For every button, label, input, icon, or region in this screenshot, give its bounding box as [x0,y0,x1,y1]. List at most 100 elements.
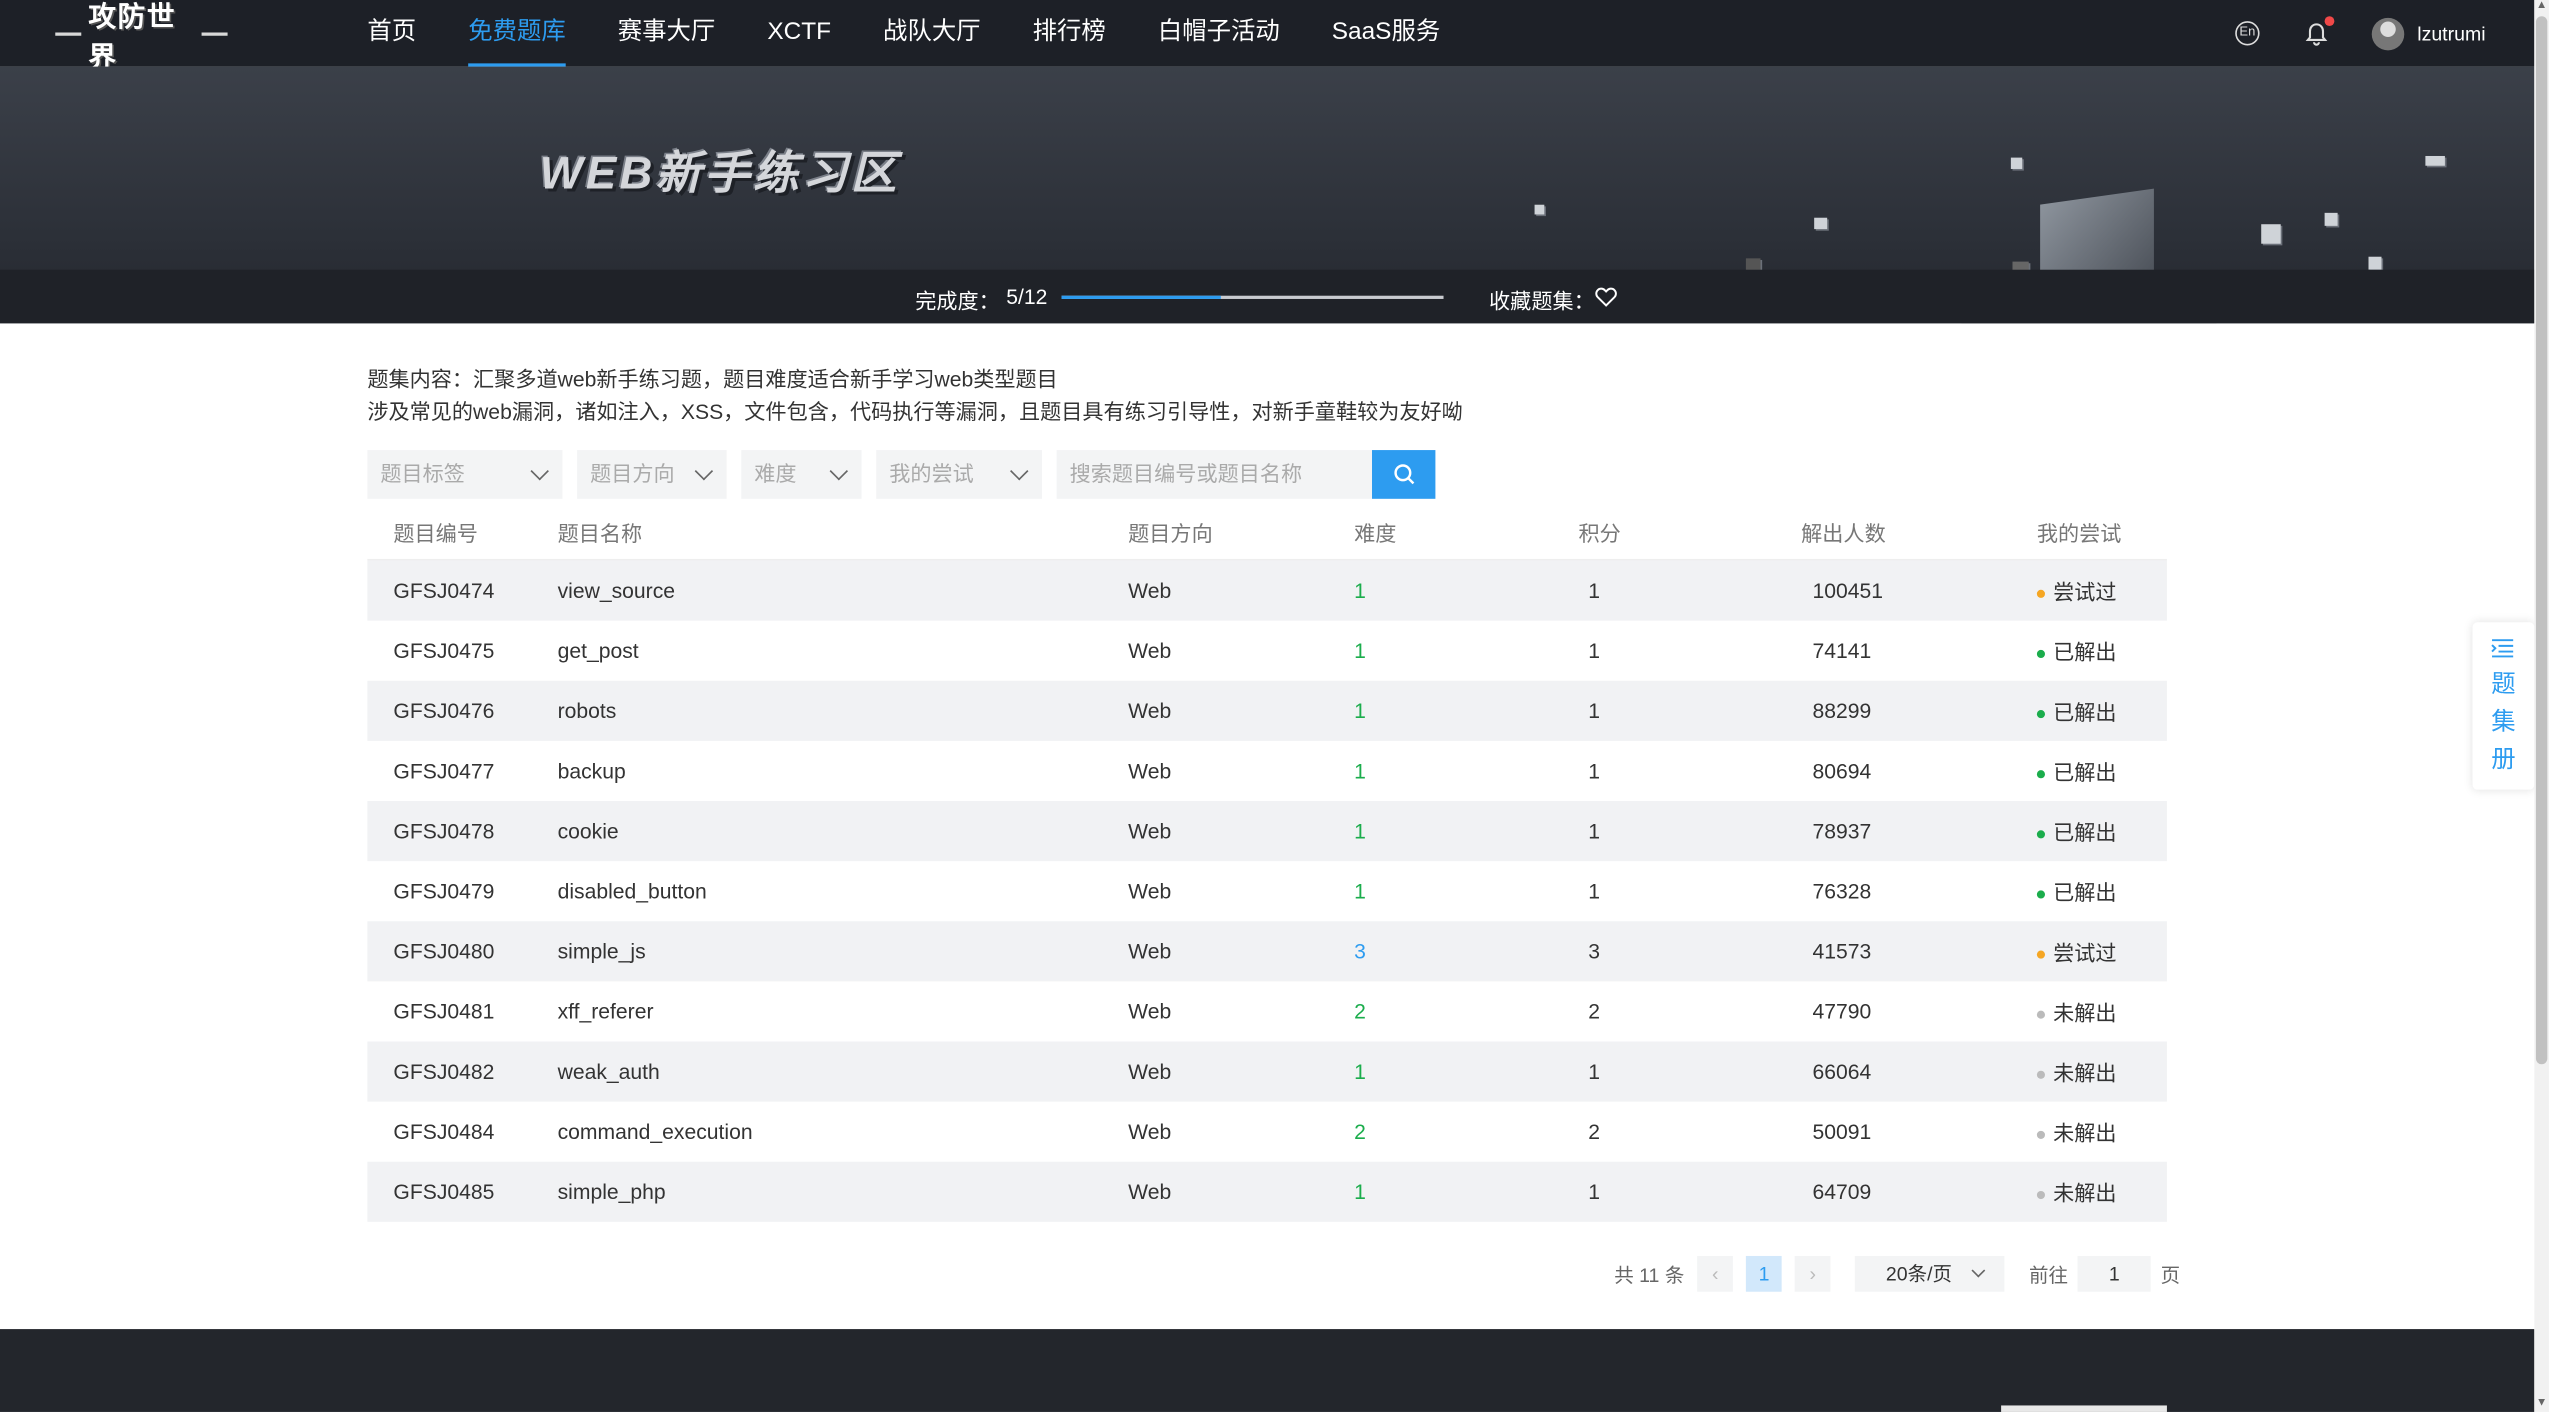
challenge-direction: Web [1128,1059,1172,1084]
table-row[interactable]: GFSJ0482 weak_auth Web 1 1 66064 未解出 [367,1041,2167,1102]
table-row[interactable]: GFSJ0479 disabled_button Web 1 1 76328 已解出 [367,861,2167,921]
challenge-direction: Web [1128,999,1172,1024]
status-dot [2036,950,2046,959]
status-dot [2036,1070,2046,1079]
challenge-id: GFSJ0484 [393,1119,495,1144]
table-row[interactable]: GFSJ0478 cookie Web 1 1 78937 已解出 [367,801,2167,862]
header-solves[interactable]: 解出人数 [1777,516,2001,547]
challenge-id: GFSJ0477 [393,758,495,784]
challenge-score: 1 [1588,818,1600,844]
scrollbar-thumb[interactable] [2535,16,2548,1065]
direction-select[interactable]: 题目方向 [577,450,727,499]
challenge-name[interactable]: disabled_button [532,879,1103,903]
header-score[interactable]: 积分 [1552,516,1776,547]
attempt-status-label: 未解出 [2053,1000,2117,1026]
heart-icon[interactable] [1595,286,1618,307]
status-dot [2036,1010,2046,1019]
scroll-up-icon[interactable]: ▲ [2536,0,2547,13]
page-size-select[interactable]: 20条/页 [1855,1255,2005,1292]
bell-icon[interactable] [2303,15,2335,46]
challenge-solves: 80694 [1812,758,1872,784]
progress-value: 5/12 [1006,284,1048,309]
challenge-name[interactable]: xff_referer [532,999,1103,1023]
table-row[interactable]: GFSJ0481 xff_referer Web 2 2 47790 未解出 [367,981,2167,1041]
footer [0,1329,2535,1412]
nav-item[interactable]: SaaS服务 [1306,0,1466,67]
nav-item[interactable]: XCTF [741,0,857,67]
collection-side-tab[interactable]: 题集册 [2472,622,2535,790]
language-icon[interactable]: En [2235,21,2260,46]
attempt-status-label: 未解出 [2053,1181,2117,1206]
header-difficulty[interactable]: 难度 [1328,516,1552,547]
site-logo[interactable]: 攻防世界 [49,2,234,75]
header-direction[interactable]: 题目方向 [1102,516,1328,547]
avatar[interactable] [2371,17,2405,50]
challenge-name[interactable]: robots [532,699,1103,723]
table-row[interactable]: GFSJ0476 robots Web 1 1 88299 已解出 [367,680,2167,741]
header-name[interactable]: 题目名称 [532,516,1103,547]
challenge-solves: 47790 [1812,999,1872,1024]
challenge-name[interactable]: view_source [532,578,1103,602]
page-scrollbar[interactable]: ▲ ▼ [2534,0,2549,1412]
tag-select-label: 题目标签 [380,461,465,486]
challenge-difficulty: 1 [1354,1059,1366,1084]
page: 攻防世界 首页 免费题库 赛事大厅 XCTF 战队大厅 排行榜 白帽子活动 SaaS服务 En… [0,0,2549,1412]
progress-label: 完成度： [915,289,1000,314]
challenge-name[interactable]: simple_php [532,1180,1103,1204]
challenge-id: GFSJ0480 [393,939,495,964]
table-row[interactable]: GFSJ0475 get_post Web 1 1 74141 已解出 [367,621,2167,681]
challenge-name[interactable]: cookie [532,819,1103,843]
chevron-down-icon [829,462,849,481]
footer-logo [2001,1405,2167,1412]
search-input[interactable]: 搜索题目编号或题目名称 [1056,450,1373,499]
challenge-difficulty: 1 [1354,818,1366,844]
header-id[interactable]: 题目编号 [367,516,531,547]
table-row[interactable]: GFSJ0474 view_source Web 1 1 100451 尝试过 [367,560,2167,621]
challenge-name[interactable]: get_post [532,639,1103,663]
chevron-down-icon [1971,1263,1986,1278]
nav-item[interactable]: 白帽子活动 [1132,0,1306,67]
challenge-name[interactable]: command_execution [532,1119,1103,1143]
prev-page-button[interactable]: ‹ [1697,1255,1734,1292]
table-row[interactable]: GFSJ0480 simple_js Web 3 3 41573 尝试过 [367,921,2167,982]
side-tab-label: 题集册 [2473,666,2535,778]
attempt-status: 未解出 [2001,1116,2167,1147]
challenge-id: GFSJ0475 [393,638,495,663]
chevron-down-icon [530,462,549,481]
tag-select[interactable]: 题目标签 [367,450,563,499]
attempt-select[interactable]: 我的尝试 [876,450,1043,499]
banner-decoration-cube [2425,155,2445,166]
difficulty-select[interactable]: 难度 [741,450,862,499]
page-size-label: 20条/页 [1885,1262,1953,1286]
search-button[interactable] [1372,450,1436,499]
page-number-current[interactable]: 1 [1746,1255,1782,1292]
challenge-score: 1 [1588,1059,1600,1084]
challenge-difficulty: 1 [1354,698,1366,724]
attempt-status: 已解出 [2001,695,2167,726]
progress-bar [1061,295,1444,299]
challenge-name[interactable]: backup [532,759,1103,783]
table-row[interactable]: GFSJ0485 simple_php Web 1 1 64709 未解出 [367,1161,2167,1222]
nav-item[interactable]: 战队大厅 [857,0,1007,67]
nav-item[interactable]: 排行榜 [1007,0,1132,67]
nav-item[interactable]: 首页 [341,0,442,67]
attempt-status: 未解出 [2001,996,2167,1027]
username[interactable]: lzutrumi [2417,22,2485,45]
scroll-down-icon[interactable]: ▼ [2536,1397,2547,1410]
status-dot [2036,650,2046,659]
challenge-direction: Web [1128,638,1172,663]
header-my-attempt[interactable]: 我的尝试 [2001,516,2167,547]
challenge-score: 1 [1588,578,1600,603]
challenge-name[interactable]: simple_js [532,939,1103,963]
main-menu: 首页 免费题库 赛事大厅 XCTF 战队大厅 排行榜 白帽子活动 SaaS服务 [341,0,1466,67]
next-page-button[interactable]: › [1794,1255,1831,1292]
nav-item[interactable]: 免费题库 [442,0,592,67]
search-icon [1393,464,1414,485]
nav-item[interactable]: 赛事大厅 [592,0,742,67]
table-row[interactable]: GFSJ0477 backup Web 1 1 80694 已解出 [367,741,2167,801]
challenge-difficulty: 1 [1354,578,1366,603]
challenge-name[interactable]: weak_auth [532,1059,1103,1083]
goto-page-input[interactable]: 1 [2077,1255,2151,1292]
challenge-score: 2 [1588,999,1600,1024]
table-row[interactable]: GFSJ0484 command_execution Web 2 2 50091 未解出 [367,1102,2167,1162]
